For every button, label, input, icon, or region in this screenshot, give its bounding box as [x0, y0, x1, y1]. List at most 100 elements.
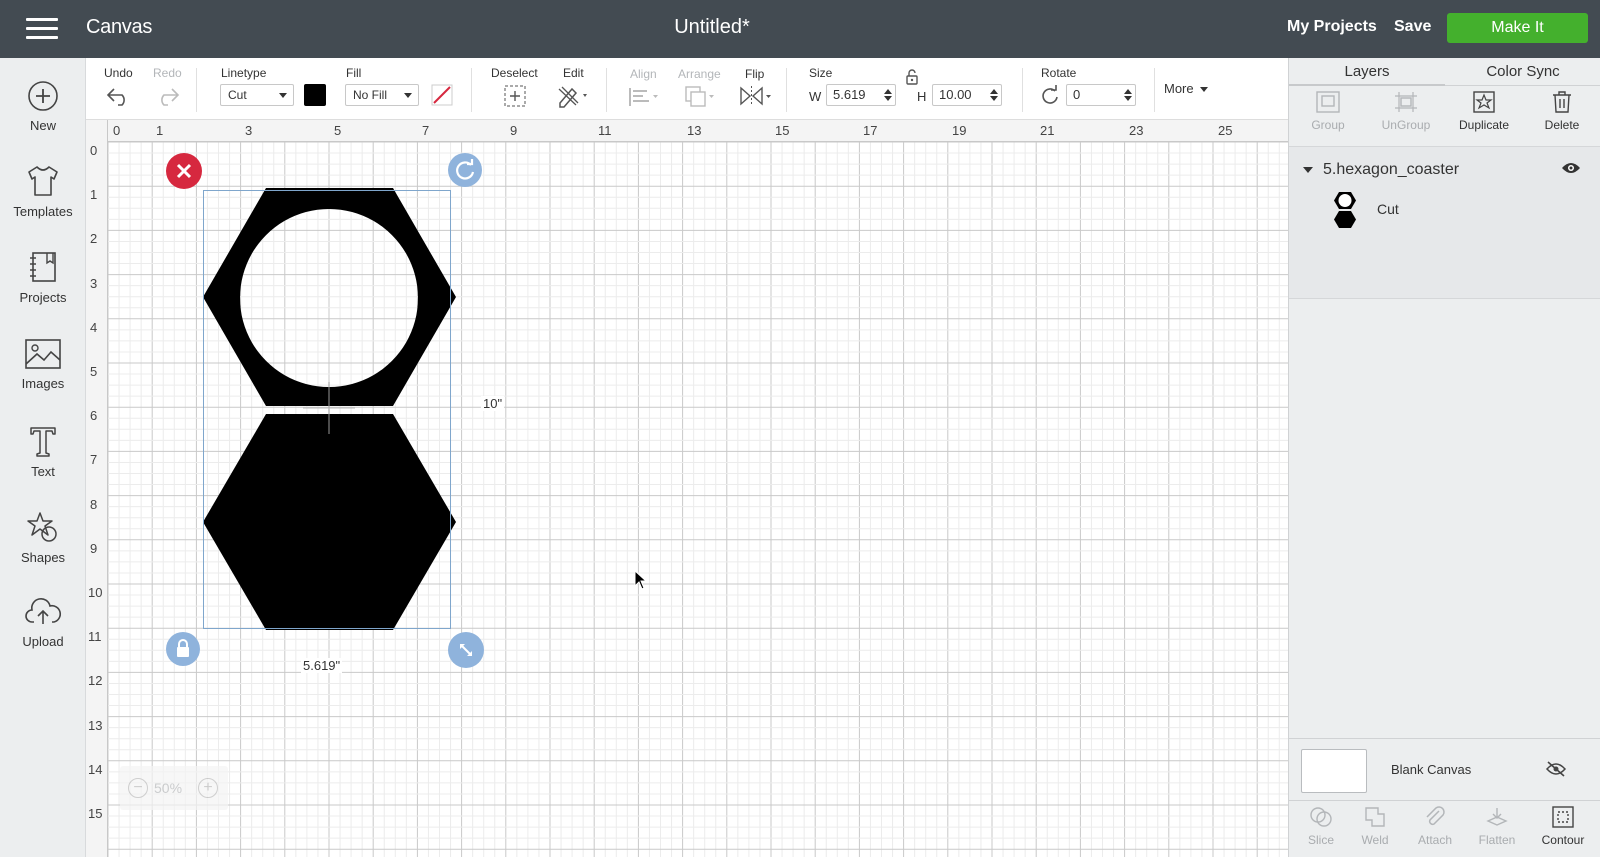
text-t-icon — [30, 427, 56, 457]
height-value: 10.00 — [939, 87, 972, 102]
zoom-level: 50% — [154, 780, 183, 796]
slice-icon — [1310, 807, 1332, 827]
weld-label: Weld — [1361, 833, 1389, 847]
sidebar-item-label: New — [29, 118, 56, 133]
layer-group-row[interactable]: 5.hexagon_coaster Cut — [1289, 146, 1600, 299]
rotate-value: 0 — [1073, 87, 1081, 102]
attach-button[interactable]: Attach — [1405, 805, 1465, 847]
align-label: Align — [630, 67, 657, 81]
height-stepper-icon[interactable] — [990, 88, 998, 102]
flip-icon[interactable] — [738, 84, 776, 108]
layer-operation: Cut — [1377, 201, 1399, 217]
contour-button[interactable]: Contour — [1533, 805, 1593, 847]
tab-layers[interactable]: Layers — [1289, 58, 1445, 86]
flip-label: Flip — [745, 67, 765, 81]
shapes-icon — [27, 512, 57, 542]
sidebar-item-images[interactable]: Images — [0, 338, 86, 391]
delete-button[interactable]: Delete — [1523, 90, 1600, 132]
rotate-handle-icon[interactable] — [448, 153, 482, 187]
sidebar-item-label: Shapes — [20, 550, 66, 565]
delete-handle-icon[interactable] — [166, 153, 202, 189]
sidebar-item-upload[interactable]: Upload — [0, 596, 86, 649]
align-icon[interactable] — [628, 86, 662, 108]
sidebar-item-projects[interactable]: Projects — [0, 250, 86, 305]
flatten-button[interactable]: Flatten — [1467, 805, 1527, 847]
blank-canvas-label: Blank Canvas — [1391, 762, 1472, 777]
linetype-color-swatch[interactable] — [304, 84, 326, 106]
save-button[interactable]: Save — [1394, 18, 1431, 36]
zoom-in-button[interactable]: + — [198, 778, 218, 798]
scale-handle-icon[interactable] — [448, 632, 484, 668]
visibility-eye-icon[interactable] — [1561, 161, 1581, 175]
weld-button[interactable]: Weld — [1345, 805, 1405, 847]
linetype-dropdown[interactable]: Cut — [220, 84, 294, 106]
duplicate-button[interactable]: Duplicate — [1445, 90, 1523, 132]
group-label: Group — [1311, 118, 1345, 132]
more-button[interactable]: More — [1164, 81, 1209, 96]
sidebar-item-text[interactable]: Text — [0, 424, 86, 479]
sidebar-item-label: Projects — [19, 290, 67, 305]
sidebar-item-templates[interactable]: Templates — [0, 164, 86, 219]
blank-canvas-row[interactable]: Blank Canvas — [1289, 738, 1600, 798]
ungroup-label: UnGroup — [1381, 118, 1431, 132]
hidden-eye-icon[interactable] — [1545, 761, 1567, 777]
document-title: Untitled* — [674, 16, 750, 38]
rotate-stepper-icon[interactable] — [1124, 88, 1132, 102]
layers-panel: Layers Color Sync Group UnGroup Duplicat… — [1288, 58, 1600, 857]
sidebar-item-new[interactable]: New — [0, 80, 86, 133]
layer-name: 5.hexagon_coaster — [1323, 161, 1460, 178]
rotate-input[interactable]: 0 — [1066, 84, 1136, 106]
slice-label: Slice — [1307, 833, 1334, 847]
left-sidebar: New Templates Projects Images Text Shape… — [0, 58, 86, 857]
arrange-label: Arrange — [678, 67, 721, 81]
edit-label: Edit — [563, 66, 584, 80]
design-canvas[interactable]: 0 1 3 5 7 9 11 13 15 17 19 21 23 25 0 1 2 3 4 5 6 7 8 9 10 11 12 1… — [86, 120, 1288, 857]
plus-circle-icon — [28, 81, 58, 111]
undo-icon[interactable] — [106, 85, 132, 107]
linetype-value: Cut — [228, 88, 247, 102]
width-input[interactable]: 5.619 — [826, 84, 896, 106]
deselect-icon[interactable] — [503, 84, 527, 108]
more-label: More — [1164, 81, 1194, 96]
edit-tools-icon[interactable] — [556, 83, 592, 109]
no-fill-swatch-icon[interactable] — [431, 84, 453, 106]
mouse-pointer-icon — [634, 570, 648, 590]
my-projects-link[interactable]: My Projects — [1287, 18, 1377, 36]
notebook-icon — [30, 252, 56, 282]
attach-label: Attach — [1417, 833, 1453, 847]
sidebar-item-label: Templates — [13, 204, 73, 219]
trash-icon — [1553, 91, 1571, 113]
ungroup-button[interactable]: UnGroup — [1367, 90, 1445, 132]
redo-icon[interactable] — [154, 85, 180, 107]
image-icon — [25, 339, 61, 369]
width-stepper-icon[interactable] — [884, 88, 892, 102]
slice-button[interactable]: Slice — [1291, 805, 1351, 847]
edit-toolbar: Undo Redo Linetype Cut Fill No Fill Dese… — [86, 58, 1288, 120]
fill-dropdown[interactable]: No Fill — [345, 84, 419, 106]
width-label: W — [809, 89, 822, 104]
zoom-out-button[interactable]: − — [128, 778, 148, 798]
lock-handle-icon[interactable] — [166, 632, 200, 666]
rotate-icon — [1042, 85, 1058, 104]
layer-thumbnail-icon — [1334, 192, 1356, 228]
layer-actions-bar: Slice Weld Attach Flatten Contour — [1289, 800, 1600, 857]
fill-value: No Fill — [353, 88, 388, 102]
collapse-caret-icon[interactable] — [1303, 167, 1313, 173]
tab-color-sync[interactable]: Color Sync — [1445, 58, 1600, 86]
make-it-button[interactable]: Make It — [1447, 13, 1588, 43]
linetype-label: Linetype — [221, 66, 267, 80]
sidebar-item-shapes[interactable]: Shapes — [0, 510, 86, 565]
group-button[interactable]: Group — [1289, 90, 1367, 132]
arrange-icon[interactable] — [684, 85, 718, 109]
width-dimension-label: 5.619" — [301, 658, 343, 673]
tshirt-icon — [28, 166, 58, 196]
contour-label: Contour — [1541, 833, 1585, 847]
weld-icon — [1365, 807, 1385, 827]
sidebar-item-label: Upload — [22, 634, 64, 649]
lock-proportions-icon[interactable] — [904, 68, 920, 86]
height-input[interactable]: 10.00 — [932, 84, 1002, 106]
fill-label: Fill — [346, 66, 362, 80]
sidebar-item-label: Images — [21, 376, 65, 391]
contour-icon — [1552, 806, 1574, 828]
zoom-control: − 50% + — [120, 766, 228, 810]
